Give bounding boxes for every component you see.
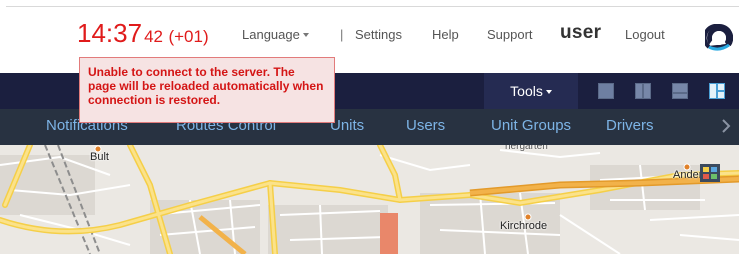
layout-single-icon[interactable] bbox=[596, 81, 616, 101]
menu-item-drivers[interactable]: Drivers bbox=[606, 109, 654, 143]
clock-time: 14:37 bbox=[77, 18, 143, 48]
logo-icon bbox=[702, 23, 734, 57]
map-view[interactable]: Bult Anderten Kirchrode hergarten bbox=[0, 145, 739, 254]
layout-split-icon[interactable] bbox=[707, 81, 727, 101]
map-label-kirchrode: Kirchrode bbox=[500, 220, 548, 232]
map-canvas bbox=[0, 145, 739, 254]
header-separator: | bbox=[340, 27, 344, 42]
map-layers-icon[interactable] bbox=[700, 164, 720, 182]
chevron-down-icon bbox=[545, 90, 552, 94]
tools-label: Tools bbox=[510, 83, 543, 99]
clock-timezone: (+01) bbox=[168, 27, 209, 46]
support-link[interactable]: Support bbox=[487, 27, 533, 42]
menu-item-users[interactable]: Users bbox=[406, 109, 445, 143]
map-label-bult: Bult bbox=[90, 151, 109, 163]
help-link[interactable]: Help bbox=[432, 27, 459, 42]
language-label: Language bbox=[242, 27, 300, 42]
layout-rows-icon[interactable] bbox=[670, 81, 690, 101]
logout-link[interactable]: Logout bbox=[625, 27, 665, 42]
tools-dropdown[interactable]: Tools bbox=[484, 73, 578, 109]
clock-seconds: 42 bbox=[144, 27, 163, 46]
settings-link[interactable]: Settings bbox=[355, 27, 402, 42]
layout-columns-icon[interactable] bbox=[633, 81, 653, 101]
chevron-right-icon[interactable] bbox=[717, 117, 735, 135]
map-label-hergarten: hergarten bbox=[505, 145, 548, 152]
language-dropdown[interactable]: Language bbox=[242, 27, 309, 42]
chevron-down-icon bbox=[302, 33, 309, 37]
connection-error-message: Unable to connect to the server. The pag… bbox=[79, 57, 335, 123]
username[interactable]: user bbox=[560, 22, 601, 44]
clock: 14:37 42 (+01) bbox=[77, 20, 209, 47]
menu-item-units[interactable]: Units bbox=[330, 109, 364, 143]
menu-item-unit-groups[interactable]: Unit Groups bbox=[491, 109, 571, 143]
